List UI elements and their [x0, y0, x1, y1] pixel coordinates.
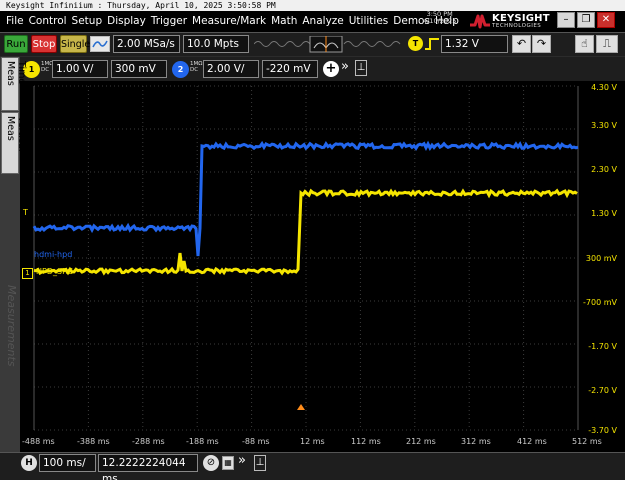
- clock: 3:50 PM 4/10/2025: [423, 11, 456, 25]
- zoom-window-button[interactable]: ▦: [222, 456, 234, 470]
- y-tick-label: -2.70 V: [588, 386, 617, 395]
- channel2-trace-label: hdmi-hpd: [34, 250, 72, 259]
- close-icon: ✕: [602, 14, 610, 25]
- measurements-panel-label[interactable]: Measurements: [2, 285, 18, 385]
- keysight-wave-icon: [470, 13, 490, 29]
- menu-measure-mark[interactable]: Measure/Mark: [192, 15, 266, 27]
- plus-icon: +: [326, 61, 337, 76]
- channel1-trace: [34, 191, 577, 273]
- restore-icon: ❐: [582, 14, 591, 25]
- y-tick-label: -700 mV: [583, 298, 617, 307]
- x-tick-label: -388 ms: [77, 437, 110, 446]
- zoom-button[interactable]: ⊘: [203, 455, 219, 471]
- menu-setup[interactable]: Setup: [72, 15, 103, 27]
- channel2-mode: DC: [190, 67, 202, 73]
- undo-icon: ↶: [517, 37, 526, 50]
- x-tick-label: 12 ms: [300, 437, 325, 446]
- chevron-double-right-icon: »: [341, 59, 349, 74]
- channel2-scale-field[interactable]: 2.00 V/: [203, 60, 259, 78]
- y-tick-label: -1.70 V: [588, 342, 617, 351]
- timebase-position-field[interactable]: 12.2222224044 ms: [98, 454, 198, 472]
- add-channel-button[interactable]: +: [323, 61, 339, 77]
- channel1-offset-field[interactable]: 300 mV: [111, 60, 167, 78]
- x-tick-label: 212 ms: [406, 437, 436, 446]
- channel1-scale-field[interactable]: 1.00 V/: [52, 60, 108, 78]
- menu-utilities[interactable]: Utilities: [349, 15, 389, 27]
- redo-button[interactable]: ↷: [532, 35, 551, 53]
- trigger-badge[interactable]: T: [408, 36, 423, 51]
- x-tick-label: -288 ms: [132, 437, 165, 446]
- menu-math[interactable]: Math: [271, 15, 297, 27]
- grid-icon: ▦: [224, 458, 232, 467]
- x-tick-label: 412 ms: [517, 437, 547, 446]
- more-horizontal-button[interactable]: »: [238, 453, 246, 468]
- acquisition-mode-button[interactable]: [90, 36, 110, 52]
- channel2-offset-field[interactable]: -220 mV: [262, 60, 318, 78]
- touch-button[interactable]: ☝: [575, 35, 594, 53]
- memory-depth-field[interactable]: 10.0 Mpts: [183, 35, 249, 53]
- stop-button[interactable]: Stop: [31, 35, 57, 53]
- undo-button[interactable]: ↶: [512, 35, 531, 53]
- pin-icon: ⊥: [357, 62, 366, 73]
- keysight-logo: KEYSIGHT TECHNOLOGIES: [470, 12, 550, 30]
- more-channels-button[interactable]: »: [341, 59, 349, 74]
- channel1-ground-marker[interactable]: 1: [22, 268, 33, 279]
- x-tick-label: 112 ms: [351, 437, 381, 446]
- pin-icon: ⊥: [256, 457, 265, 468]
- sample-rate-field[interactable]: 2.00 MSa/s: [113, 35, 180, 53]
- x-tick-label: 512 ms: [572, 437, 602, 446]
- y-tick-label: 1.30 V: [591, 209, 617, 218]
- pin-button[interactable]: ⊥: [355, 60, 367, 76]
- brand-sub: TECHNOLOGIES: [492, 23, 541, 29]
- y-tick-label: 3.30 V: [591, 121, 617, 130]
- minimize-button[interactable]: –: [557, 12, 575, 28]
- acquisition-wave-icon: [91, 37, 109, 51]
- auto-scale-icon: ⎍: [603, 37, 611, 50]
- menu-trigger[interactable]: Trigger: [151, 15, 187, 27]
- horizontal-badge[interactable]: H: [21, 455, 37, 471]
- y-tick-label: -3.70 V: [588, 426, 617, 435]
- waveform-canvas: [20, 81, 625, 452]
- chevron-double-right-icon: »: [238, 453, 246, 468]
- trigger-time-marker[interactable]: [297, 404, 305, 410]
- horizontal-pin-button[interactable]: ⊥: [254, 455, 266, 471]
- timebase-scale-field[interactable]: 100 ms/: [39, 454, 96, 472]
- x-tick-label: -88 ms: [242, 437, 270, 446]
- minimize-icon: –: [564, 14, 569, 25]
- redo-icon: ↷: [537, 37, 546, 50]
- single-button[interactable]: Single: [60, 35, 87, 53]
- x-tick-label: -488 ms: [22, 437, 55, 446]
- auto-scale-button[interactable]: ⎍: [596, 35, 618, 53]
- channel2-coupling: 1MΩ DC: [190, 61, 202, 73]
- x-tick-label: -188 ms: [186, 437, 219, 446]
- y-tick-label: 4.30 V: [591, 83, 617, 92]
- channel2-badge[interactable]: 2: [172, 61, 189, 78]
- menu-control[interactable]: Control: [29, 15, 67, 27]
- tab-vertical-meas[interactable]: Vertical Meas: [1, 112, 19, 174]
- menu-display[interactable]: Display: [107, 15, 146, 27]
- close-button[interactable]: ✕: [597, 12, 615, 28]
- y-tick-label: 2.30 V: [591, 165, 617, 174]
- y-tick-label: 300 mV: [586, 254, 617, 263]
- clock-date: 4/10/2025: [423, 18, 456, 25]
- timebase-overview: [254, 36, 402, 53]
- trigger-level-marker[interactable]: T: [23, 208, 28, 217]
- zoom-icon: ⊘: [207, 457, 215, 468]
- menu-file[interactable]: File: [6, 15, 24, 27]
- trigger-level-field[interactable]: 1.32 V: [441, 35, 508, 53]
- menu-analyze[interactable]: Analyze: [302, 15, 343, 27]
- touch-icon: ☝: [581, 37, 588, 50]
- channel2-trace: [34, 144, 578, 256]
- channel1-trace-label: HPD_SRC: [36, 267, 73, 276]
- restore-button[interactable]: ❐: [577, 12, 595, 28]
- rising-edge-icon[interactable]: [424, 37, 440, 51]
- tab-time-meas[interactable]: Time Meas: [1, 57, 19, 111]
- x-tick-label: 312 ms: [461, 437, 491, 446]
- run-button[interactable]: Run: [4, 35, 28, 53]
- window-title: Keysight Infiniium : Thursday, April 10,…: [0, 0, 625, 11]
